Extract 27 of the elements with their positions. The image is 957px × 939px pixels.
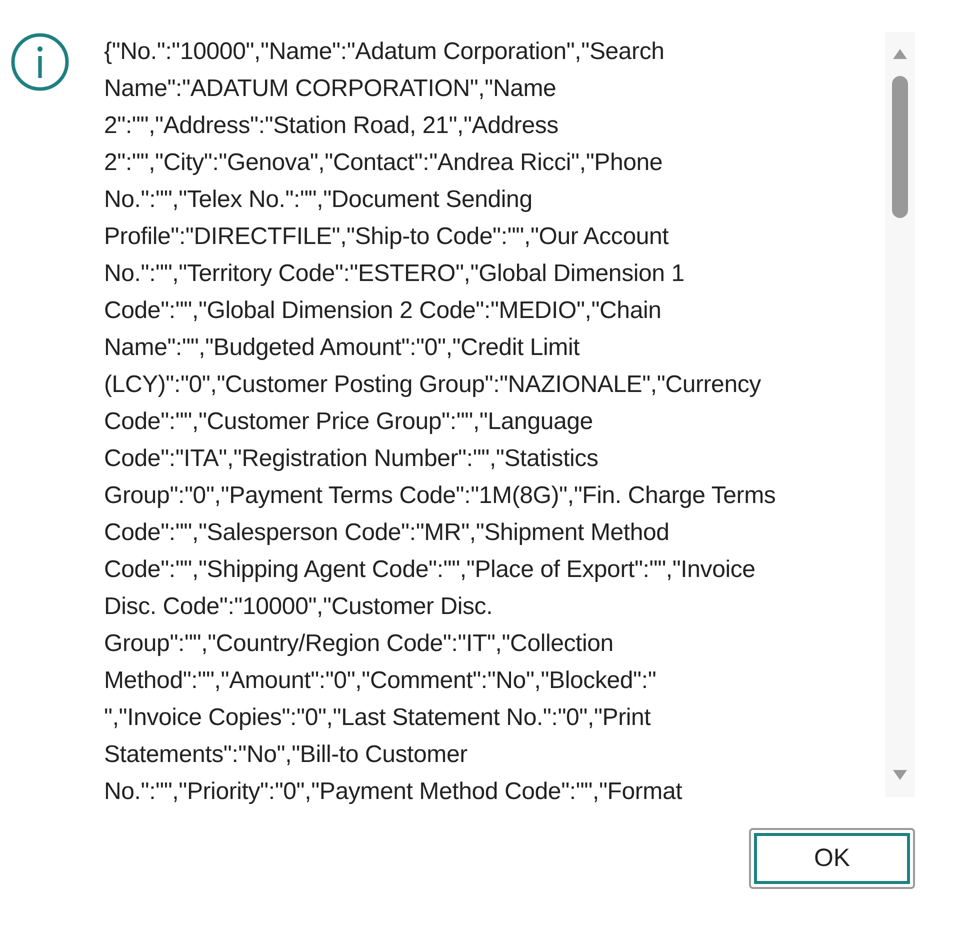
message-line: Code":"ITA","Registration Number":"","Statistics: [104, 444, 600, 474]
message-line: ","Invoice Copies":"0","Last Statement No.":"0","Print: [104, 703, 652, 733]
info-icon: [10, 32, 70, 92]
message-line: Disc. Code":"10000","Customer Disc.: [104, 592, 494, 622]
message-line: Method":"","Amount":"0","Comment":"No","Blocked":": [104, 666, 658, 696]
message-line: Group":"0","Payment Terms Code":"1M(8G)","Fin. Charge Terms: [104, 481, 777, 511]
scroll-up-icon[interactable]: [892, 48, 908, 60]
message-line: {"No.":"10000","Name":"Adatum Corporation","Search: [104, 37, 666, 67]
scrollbar[interactable]: [885, 32, 915, 797]
message-line: Name":"ADATUM CORPORATION","Name: [104, 74, 558, 104]
scroll-thumb[interactable]: [892, 76, 908, 218]
message-line: Statements":"No","Bill-to Customer: [104, 740, 468, 770]
message-line: Code":"","Global Dimension 2 Code":"MEDIO","Chain: [104, 296, 662, 326]
message-line: Code":"","Salesperson Code":"MR","Shipment Method: [104, 518, 670, 548]
message-line: No.":"","Priority":"0","Payment Method Code":"","Format: [104, 777, 684, 807]
message-line: Name":"","Budgeted Amount":"0","Credit Limit: [104, 333, 581, 363]
message-line: No.":"","Telex No.":"","Document Sending: [104, 185, 534, 215]
message-line: 2":"","Address":"Station Road, 21","Address: [104, 111, 560, 141]
message-line: 2":"","City":"Genova","Contact":"Andrea Ricci","Phone: [104, 148, 664, 178]
message-line: (LCY)":"0","Customer Posting Group":"NAZIONALE","Currency: [104, 370, 762, 400]
message-line: Profile":"DIRECTFILE","Ship-to Code":"","Our Account: [104, 222, 670, 252]
message-line: Code":"","Shipping Agent Code":"","Place of Export":"","Invoice: [104, 555, 756, 585]
message-line: No.":"","Territory Code":"ESTERO","Global Dimension 1: [104, 259, 686, 289]
message-line: Group":"","Country/Region Code":"IT","Collection: [104, 629, 614, 659]
scroll-down-icon[interactable]: [892, 769, 908, 781]
ok-button[interactable]: OK: [749, 828, 915, 889]
message-line: Code":"","Customer Price Group":"","Language: [104, 407, 594, 437]
